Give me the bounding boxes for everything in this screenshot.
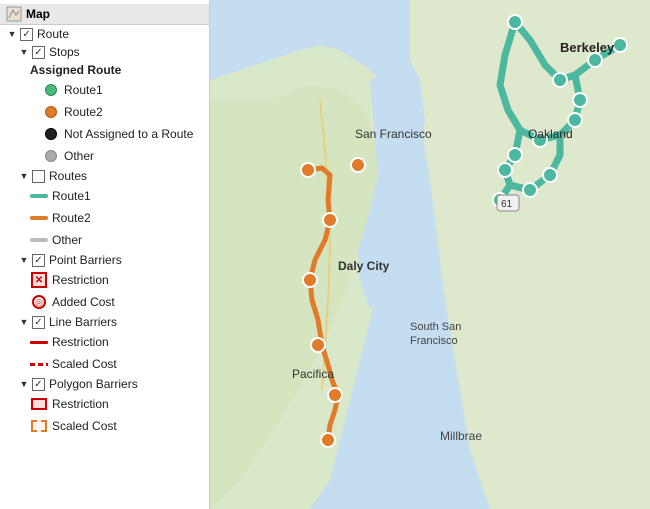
route-label: Route <box>37 27 69 41</box>
pb-restriction-symbol: ✕ <box>30 271 48 289</box>
route1-line-label: Route1 <box>52 189 91 203</box>
sidebar-item-other-routes[interactable]: Other <box>0 229 209 251</box>
layer-panel: Map Route Stops Assigned Route Route1 Ro… <box>0 0 210 509</box>
point-barriers-checkbox[interactable] <box>32 254 45 267</box>
pb-added-cost-label: Added Cost <box>52 295 115 309</box>
arrow-icon <box>18 46 30 58</box>
other-stops-label: Other <box>64 149 94 163</box>
route2-stop-label: Route2 <box>64 105 103 119</box>
svg-text:Millbrae: Millbrae <box>440 429 482 443</box>
polygon-barriers-label: Polygon Barriers <box>49 377 138 391</box>
sidebar-item-line-barriers[interactable]: Line Barriers <box>0 313 209 331</box>
sidebar-item-route2-line[interactable]: Route2 <box>0 207 209 229</box>
route1-line-symbol <box>30 187 48 205</box>
sidebar-item-plb-restriction[interactable]: Restriction <box>0 393 209 415</box>
lb-restriction-symbol <box>30 333 48 351</box>
svg-text:61: 61 <box>501 199 513 210</box>
plb-scaled-cost-symbol <box>30 417 48 435</box>
svg-text:Pacifica: Pacifica <box>292 367 334 381</box>
plb-restriction-label: Restriction <box>52 397 109 411</box>
sidebar-item-route1-line[interactable]: Route1 <box>0 185 209 207</box>
sidebar-item-polygon-barriers[interactable]: Polygon Barriers <box>0 375 209 393</box>
route2-line-symbol <box>30 209 48 227</box>
routes-checkbox[interactable] <box>32 170 45 183</box>
svg-text:South San: South San <box>410 321 461 333</box>
route-checkbox[interactable] <box>20 28 33 41</box>
lb-restriction-label: Restriction <box>52 335 109 349</box>
other-routes-symbol <box>30 231 48 249</box>
sidebar-item-other-stops[interactable]: Other <box>0 145 209 167</box>
lb-scaled-cost-label: Scaled Cost <box>52 357 117 371</box>
lb-scaled-cost-symbol <box>30 355 48 373</box>
not-assigned-label: Not Assigned to a Route <box>64 127 193 141</box>
stops-label: Stops <box>49 45 80 59</box>
sidebar-item-point-barriers[interactable]: Point Barriers <box>0 251 209 269</box>
point-barriers-label: Point Barriers <box>49 253 122 267</box>
route2-stop-symbol <box>42 103 60 121</box>
sidebar-item-pb-restriction[interactable]: ✕ Restriction <box>0 269 209 291</box>
other-routes-label: Other <box>52 233 82 247</box>
pb-added-cost-symbol: ◎ <box>30 293 48 311</box>
not-assigned-symbol <box>42 125 60 143</box>
sidebar-item-route[interactable]: Route <box>0 25 209 43</box>
route1-stop-symbol <box>42 81 60 99</box>
arrow-icon <box>18 316 30 328</box>
polygon-barriers-checkbox[interactable] <box>32 378 45 391</box>
sidebar-item-stops[interactable]: Stops <box>0 43 209 61</box>
plb-restriction-symbol <box>30 395 48 413</box>
panel-title: Map <box>26 7 50 21</box>
sidebar-item-lb-scaled-cost[interactable]: Scaled Cost <box>0 353 209 375</box>
map-svg: Berkeley Oakland San Francisco Daly City… <box>210 0 650 509</box>
panel-header[interactable]: Map <box>0 4 209 25</box>
sidebar-item-plb-scaled-cost[interactable]: Scaled Cost <box>0 415 209 437</box>
map-canvas[interactable]: Berkeley Oakland San Francisco Daly City… <box>210 0 650 509</box>
assigned-route-header: Assigned Route <box>0 61 209 79</box>
sidebar-item-routes[interactable]: Routes <box>0 167 209 185</box>
line-barriers-checkbox[interactable] <box>32 316 45 329</box>
sidebar-item-pb-added-cost[interactable]: ◎ Added Cost <box>0 291 209 313</box>
pb-restriction-label: Restriction <box>52 273 109 287</box>
svg-text:Oakland: Oakland <box>528 127 573 141</box>
arrow-icon <box>6 28 18 40</box>
sidebar-item-lb-restriction[interactable]: Restriction <box>0 331 209 353</box>
arrow-icon <box>18 378 30 390</box>
svg-text:Francisco: Francisco <box>410 335 458 347</box>
stops-checkbox[interactable] <box>32 46 45 59</box>
route1-stop-label: Route1 <box>64 83 103 97</box>
sidebar-item-route2-stop[interactable]: Route2 <box>0 101 209 123</box>
map-icon <box>6 6 22 22</box>
route2-line-label: Route2 <box>52 211 91 225</box>
arrow-icon <box>18 254 30 266</box>
line-barriers-label: Line Barriers <box>49 315 117 329</box>
plb-scaled-cost-label: Scaled Cost <box>52 419 117 433</box>
sidebar-item-route1-stop[interactable]: Route1 <box>0 79 209 101</box>
assigned-route-label: Assigned Route <box>30 63 121 77</box>
other-stops-symbol <box>42 147 60 165</box>
arrow-icon <box>18 170 30 182</box>
svg-text:Daly City: Daly City <box>338 259 390 273</box>
routes-label: Routes <box>49 169 87 183</box>
svg-text:Berkeley: Berkeley <box>560 40 615 55</box>
svg-text:San Francisco: San Francisco <box>355 127 432 141</box>
sidebar-item-not-assigned[interactable]: Not Assigned to a Route <box>0 123 209 145</box>
